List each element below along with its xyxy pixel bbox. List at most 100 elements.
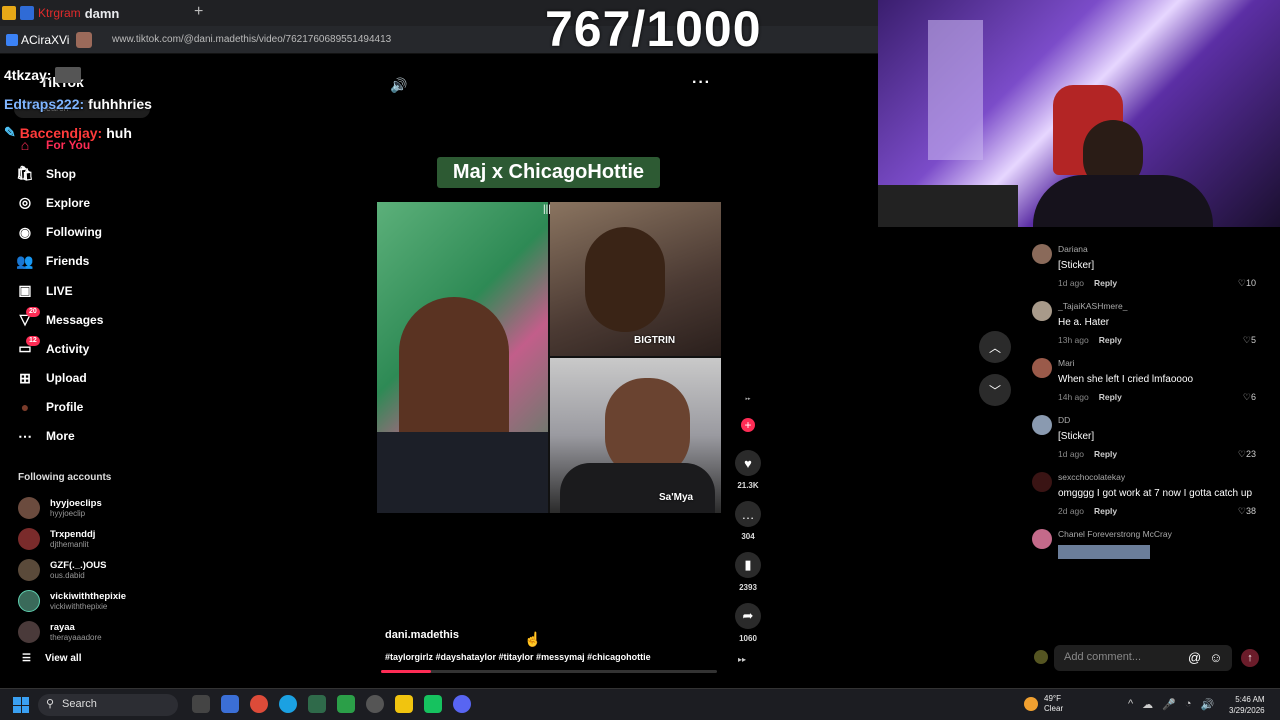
speaker-icon[interactable]: 🔊 (1201, 698, 1215, 711)
windows-start-icon[interactable] (13, 697, 29, 713)
activity-icon: ▭ 12 (16, 335, 40, 358)
avatar[interactable] (1032, 301, 1052, 321)
account-handle: therayaaadore (50, 632, 102, 642)
previous-video-button[interactable]: ︿ (979, 331, 1011, 363)
sidebar-item-messages[interactable]: ▽ 20 Messages (16, 305, 196, 334)
taskbar-search[interactable]: ⚲ Search (38, 694, 178, 716)
list-item[interactable]: Trxpenddj djthemanlit (18, 524, 178, 555)
task-view-icon[interactable] (192, 695, 210, 713)
sidebar-item-following[interactable]: ◉ Following (16, 218, 196, 247)
creator-username[interactable]: dani.madethis (385, 629, 459, 641)
next-avatar-icon[interactable]: ▸▸ (738, 655, 746, 664)
mention-icon[interactable]: @ (1188, 650, 1201, 665)
video-progress-bar[interactable] (381, 670, 717, 673)
sidebar-item-for-you[interactable]: ⌂ For You (16, 130, 196, 159)
avatar[interactable] (1032, 472, 1052, 492)
view-all-link[interactable]: ☰ View all (22, 653, 81, 664)
comment-like-button[interactable]: ♡38 (1238, 505, 1256, 517)
folder-icon[interactable] (395, 695, 413, 713)
next-video-button[interactable]: ﹀ (979, 374, 1011, 406)
share-icon[interactable]: ➦ (735, 603, 761, 629)
discord-icon[interactable] (453, 695, 471, 713)
app-icon[interactable] (366, 695, 384, 713)
account-handle: djthemanlit (50, 540, 89, 550)
following-icon: ◉ (18, 223, 32, 240)
sidebar-item-friends[interactable]: 👥 Friends (16, 247, 196, 276)
chevron-up-icon[interactable]: ^ (1128, 698, 1133, 711)
list-item: Dariana [Sticker] 1d ago Reply ♡10 (1032, 242, 1262, 289)
new-tab-button[interactable]: + (194, 3, 203, 21)
comment-icon[interactable]: … (735, 501, 761, 527)
emoji-icon[interactable]: ☺ (1209, 650, 1222, 665)
video-title-overlay: Maj x ChicagoHottie (437, 157, 660, 188)
list-item[interactable]: GZF(._.)OUS ous.dabid (18, 555, 178, 586)
sidebar-item-live[interactable]: ▣ LIVE (16, 276, 196, 305)
video-player[interactable]: ||| BIGTRIN Sa'Mya (377, 202, 721, 513)
reply-button[interactable]: Reply (1094, 277, 1117, 289)
store-icon[interactable] (337, 695, 355, 713)
save-action[interactable]: ▮ 2393 (732, 552, 764, 597)
heart-icon[interactable]: ♥ (735, 450, 761, 476)
avatar[interactable] (1032, 529, 1052, 549)
avatar[interactable] (1032, 244, 1052, 264)
sidebar-item-activity[interactable]: ▭ 12 Activity (16, 334, 196, 363)
avatar[interactable] (1032, 415, 1052, 435)
url-text[interactable]: www.tiktok.com/@dani.madethis/video/7621… (112, 34, 391, 45)
reply-button[interactable]: Reply (1099, 334, 1122, 346)
creator-avatar[interactable]: ▸▸ (735, 396, 761, 416)
volume-icon[interactable]: 🔊 (390, 77, 407, 94)
clock[interactable]: 5:46 AM 3/29/2026 (1229, 694, 1265, 716)
reply-button[interactable]: Reply (1094, 448, 1117, 460)
following-accounts-heading: Following accounts (18, 472, 112, 483)
system-tray: ^ ☁ 🎤 ◔ 🔊 (1128, 698, 1214, 711)
comment-user[interactable]: Dariana (1058, 242, 1262, 256)
windows-taskbar: ⚲ Search 49°F Clear ^ ☁ 🎤 ◔ 🔊 5:46 AM 3/2… (0, 688, 1280, 720)
cloud-icon[interactable]: ☁ (1142, 698, 1153, 711)
video-hashtags[interactable]: #taylorgirlz #dayshataylor #titaylor #me… (385, 652, 651, 662)
list-item[interactable]: hyyjoeclips hyyjoeclip (18, 493, 178, 524)
weather-condition: Clear (1044, 704, 1064, 713)
comment-like-button[interactable]: ♡6 (1243, 391, 1256, 403)
comment-like-button[interactable]: ♡5 (1243, 334, 1256, 346)
list-item[interactable]: vickiwiththepixie vickiwiththepixie (18, 585, 178, 616)
chrome-icon[interactable] (250, 695, 268, 713)
taskbar-apps (192, 695, 471, 713)
heart-icon: ♡ (1237, 449, 1246, 459)
sidebar-item-label: Friends (46, 254, 90, 269)
sidebar-item-more[interactable]: ⋯ More (16, 422, 196, 451)
messages-badge: 20 (26, 306, 40, 317)
comment-user[interactable]: DD (1058, 413, 1262, 427)
comment-action[interactable]: … 304 (732, 501, 764, 546)
share-action[interactable]: ➦ 1060 (732, 603, 764, 648)
like-action[interactable]: ♥ 21.3K (732, 450, 764, 495)
comment-user[interactable]: Chanel Foreverstrong McCray (1058, 527, 1262, 541)
comment-like-button[interactable]: ♡10 (1238, 277, 1256, 289)
microphone-icon[interactable]: 🎤 (1162, 698, 1176, 711)
list-item[interactable]: rayaa therayaaadore (18, 616, 178, 647)
app-icon[interactable] (308, 695, 326, 713)
reply-button[interactable]: Reply (1094, 505, 1117, 517)
copilot-icon[interactable] (221, 695, 239, 713)
comment-user[interactable]: Mari (1058, 356, 1262, 370)
bookmark-icon[interactable]: ▮ (735, 552, 761, 578)
browser-tab[interactable]: Ktrgram damn (2, 2, 192, 24)
comment-user[interactable]: sexcchocolatekay (1058, 470, 1262, 484)
weather-widget[interactable]: 49°F Clear (1024, 694, 1063, 714)
more-options-icon[interactable]: ··· (692, 74, 711, 92)
sidebar-item-shop[interactable]: 🛍 Shop (16, 159, 196, 188)
comment-user[interactable]: _TajaiKASHmere_ (1058, 299, 1262, 313)
avatar[interactable] (1032, 358, 1052, 378)
follow-button[interactable]: + (741, 418, 755, 432)
edge-icon[interactable] (279, 695, 297, 713)
sidebar-item-profile[interactable]: ● Profile (16, 393, 196, 422)
avatar (18, 497, 40, 520)
comment-like-button[interactable]: ♡23 (1238, 448, 1256, 460)
streamer-image (1033, 175, 1213, 227)
reply-button[interactable]: Reply (1099, 391, 1122, 403)
sidebar-item-upload[interactable]: ⊞ Upload (16, 364, 196, 393)
sidebar-item-explore[interactable]: ◎ Explore (16, 188, 196, 217)
send-comment-button[interactable]: ↑ (1241, 649, 1259, 667)
upload-icon: ⊞ (19, 369, 31, 386)
xbox-icon[interactable] (424, 695, 442, 713)
wifi-icon[interactable]: ◔ (1185, 698, 1192, 711)
